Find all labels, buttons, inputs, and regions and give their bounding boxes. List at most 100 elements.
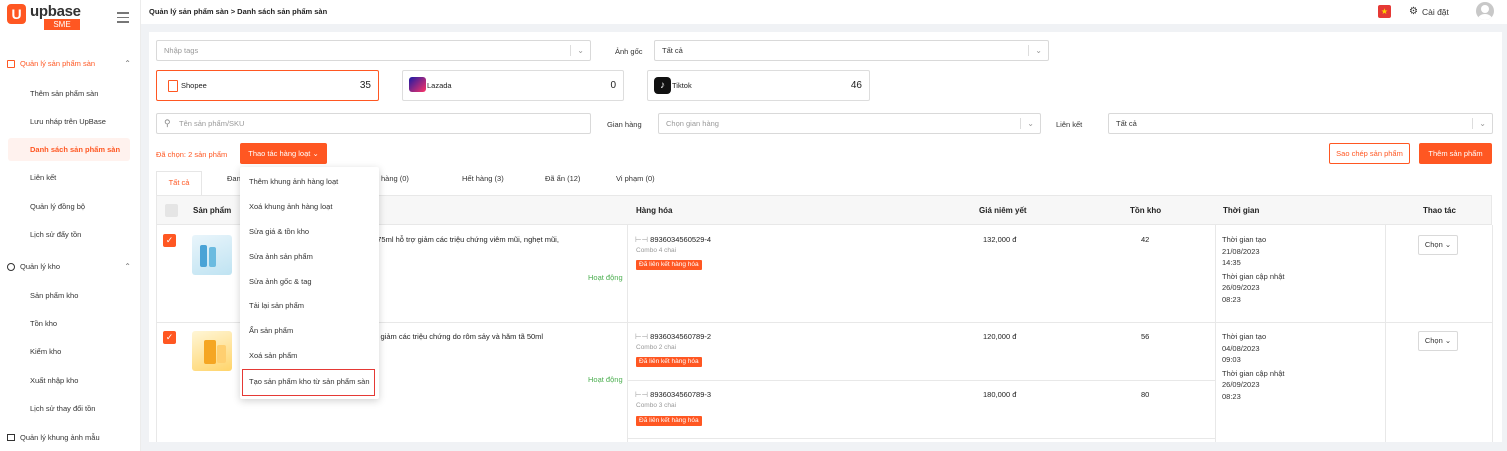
th-stock: Tồn kho bbox=[1130, 206, 1162, 215]
gian-hang-select[interactable]: Chọn gian hàng ⌄ bbox=[658, 113, 1041, 134]
bulk-actions-menu: Thêm khung ảnh hàng loạt Xoá khung ảnh h… bbox=[240, 167, 379, 399]
product-name[interactable]: rợ giảm các triệu chứng do rôm sảy và hă… bbox=[371, 332, 543, 341]
channel-name: Tiktok bbox=[672, 81, 692, 90]
copy-product-button[interactable]: Sao chép sản phẩm bbox=[1329, 143, 1410, 164]
selected-count: Đã chọn: 2 sản phẩm bbox=[156, 150, 228, 159]
variant-sku: ⊢⊣ 8936034560529-4 bbox=[635, 235, 712, 244]
vietnam-flag-icon[interactable]: ★ bbox=[1378, 5, 1391, 18]
channel-tiktok[interactable]: ♪ Tiktok 46 bbox=[647, 70, 870, 101]
tags-input[interactable]: Nhập tags ⌄ bbox=[156, 40, 591, 61]
search-icon: ⚲ bbox=[164, 118, 171, 128]
tiktok-icon: ♪ bbox=[654, 77, 671, 94]
menu-item-edit-images[interactable]: Sửa ảnh sản phẩm bbox=[249, 252, 313, 261]
shopee-icon bbox=[168, 80, 178, 92]
chevron-down-icon: ⌄ bbox=[1444, 240, 1452, 249]
linked-badge: Đã liên kết hàng hóa bbox=[636, 416, 702, 426]
lien-ket-select[interactable]: Tất cả ⌄ bbox=[1108, 113, 1493, 134]
topbar: Quản lý sản phẩm sàn > Danh sách sản phẩ… bbox=[141, 0, 1507, 24]
status-badge: Hoạt động bbox=[588, 273, 623, 282]
row-action-select[interactable]: Chọn ⌄ bbox=[1418, 331, 1458, 351]
lazada-icon bbox=[409, 77, 426, 92]
gian-hang-label: Gian hàng bbox=[607, 120, 642, 129]
sidebar-section-label: Quản lý kho bbox=[20, 262, 61, 271]
anh-goc-label: Ảnh gốc bbox=[615, 47, 643, 56]
sidebar-section-label: Quản lý sản phẩm sàn bbox=[20, 59, 96, 68]
channel-name: Shopee bbox=[181, 81, 207, 90]
tab-violation[interactable]: Vi phạm (0) bbox=[616, 174, 655, 183]
variant-price: 120,000 đ bbox=[983, 332, 1017, 341]
settings-button[interactable]: ⚙ Cài đặt bbox=[1409, 6, 1449, 17]
sidebar-item-stock-check[interactable]: Kiểm kho bbox=[30, 347, 61, 356]
sidebar: U upbase SME Quản lý sản phẩm sàn ⌃ Thêm… bbox=[0, 0, 141, 451]
product-image[interactable] bbox=[192, 235, 232, 275]
menu-item-add-frame[interactable]: Thêm khung ảnh hàng loạt bbox=[249, 177, 338, 186]
bulk-actions-label: Thao tác hàng loạt bbox=[248, 149, 311, 158]
menu-item-edit-price-stock[interactable]: Sửa giá & tồn kho bbox=[249, 227, 309, 236]
chevron-down-icon: ⌄ bbox=[1444, 336, 1452, 345]
tab-pending[interactable]: hàng (0) bbox=[381, 174, 409, 183]
channel-name: Lazada bbox=[427, 81, 452, 90]
chevron-down-icon: ⌄ bbox=[1027, 119, 1034, 128]
settings-label: Cài đặt bbox=[1421, 6, 1449, 17]
menu-item-delete-products[interactable]: Xoá sản phẩm bbox=[249, 351, 297, 360]
chevron-up-icon: ⌃ bbox=[124, 59, 131, 68]
box-icon bbox=[7, 59, 15, 68]
breadcrumb: Quản lý sản phẩm sàn > Danh sách sản phẩ… bbox=[149, 7, 328, 16]
sidebar-item-import-export[interactable]: Xuất nhập kho bbox=[30, 376, 78, 385]
sidebar-item-drafts[interactable]: Lưu nháp trên UpBase bbox=[30, 117, 106, 126]
tags-placeholder: Nhập tags bbox=[164, 46, 199, 55]
tab-hidden[interactable]: Đã ẩn (12) bbox=[545, 174, 580, 183]
status-badge: Hoạt động bbox=[588, 375, 623, 384]
row-checkbox[interactable]: ✓ bbox=[163, 234, 176, 247]
barcode-icon: ⊢⊣ bbox=[635, 235, 649, 244]
sidebar-item-add-product[interactable]: Thêm sản phẩm sàn bbox=[30, 89, 98, 98]
variant-price: 180,000 đ bbox=[983, 390, 1017, 399]
channel-count: 46 bbox=[850, 80, 862, 91]
sidebar-item-warehouse-products[interactable]: Sản phẩm kho bbox=[30, 291, 78, 300]
variant-combo: Combo 3 chai bbox=[636, 402, 677, 409]
channel-lazada[interactable]: Lazada 0 bbox=[402, 70, 624, 101]
th-product: Sản phẩm bbox=[193, 206, 232, 215]
sidebar-item-stock-change-history[interactable]: Lịch sử thay đổi tồn bbox=[30, 404, 95, 413]
linked-badge: Đã liên kết hàng hóa bbox=[636, 260, 702, 270]
anh-goc-value: Tất cả bbox=[662, 46, 683, 55]
menu-item-edit-original-images-tag[interactable]: Sửa ảnh gốc & tag bbox=[249, 277, 312, 286]
variant-stock: 56 bbox=[1141, 332, 1150, 341]
menu-item-hide-products[interactable]: Ẩn sản phẩm bbox=[249, 326, 293, 335]
channel-count: 0 bbox=[610, 80, 616, 91]
sidebar-item-link[interactable]: Liên kết bbox=[30, 173, 56, 182]
menu-toggle-icon[interactable] bbox=[117, 12, 129, 26]
avatar[interactable] bbox=[1476, 2, 1494, 20]
menu-item-reload-products[interactable]: Tải lại sản phẩm bbox=[249, 301, 304, 310]
menu-item-create-warehouse-product[interactable]: Tạo sản phẩm kho từ sản phẩm sàn bbox=[242, 369, 375, 396]
th-goods: Hàng hóa bbox=[636, 206, 673, 215]
product-image[interactable] bbox=[192, 331, 232, 371]
linked-badge: Đã liên kết hàng hóa bbox=[636, 357, 702, 367]
search-input[interactable]: ⚲ Tên sản phẩm/SKU bbox=[156, 113, 591, 134]
chevron-down-icon: ⌄ bbox=[1035, 46, 1042, 55]
lien-ket-label: Liên kết bbox=[1056, 120, 1083, 129]
sidebar-item-sync[interactable]: Quản lý đồng bộ bbox=[30, 202, 85, 211]
anh-goc-select[interactable]: Tất cả ⌄ bbox=[654, 40, 1049, 61]
channel-count: 35 bbox=[359, 80, 371, 91]
row-checkbox[interactable]: ✓ bbox=[163, 331, 176, 344]
time-info: Thời gian tạo 04/08/2023 09:03 Thời gian c… bbox=[1222, 332, 1285, 401]
bulk-actions-button[interactable]: Thao tác hàng loạt ⌄ bbox=[240, 143, 327, 164]
sidebar-section-frames[interactable]: Quản lý khung ảnh mẫu bbox=[7, 433, 135, 442]
sidebar-item-inventory[interactable]: Tồn kho bbox=[30, 319, 57, 328]
menu-item-remove-frame[interactable]: Xoá khung ảnh hàng loạt bbox=[249, 202, 332, 211]
warehouse-icon bbox=[7, 262, 15, 271]
product-name[interactable]: 7 75ml hỗ trợ giảm các triệu chứng viêm … bbox=[371, 235, 559, 244]
channel-shopee[interactable]: Shopee 35 bbox=[156, 70, 379, 101]
sidebar-item-product-list[interactable]: Danh sách sản phẩm sàn bbox=[8, 138, 130, 161]
tab-out-of-stock[interactable]: Hết hàng (3) bbox=[462, 174, 504, 183]
sidebar-item-stock-push-history[interactable]: Lịch sử đẩy tồn bbox=[30, 230, 81, 239]
row-action-select[interactable]: Chọn ⌄ bbox=[1418, 235, 1458, 255]
select-all-checkbox[interactable] bbox=[165, 204, 178, 217]
sidebar-section-warehouse[interactable]: Quản lý kho ⌃ bbox=[7, 262, 135, 271]
sidebar-section-products[interactable]: Quản lý sản phẩm sàn ⌃ bbox=[7, 59, 135, 68]
tab-all[interactable]: Tất cả bbox=[156, 171, 202, 195]
variant-combo: Combo 2 chai bbox=[636, 344, 677, 351]
tab-active[interactable]: Đan bbox=[227, 174, 241, 183]
add-product-button[interactable]: Thêm sản phẩm bbox=[1419, 143, 1492, 164]
